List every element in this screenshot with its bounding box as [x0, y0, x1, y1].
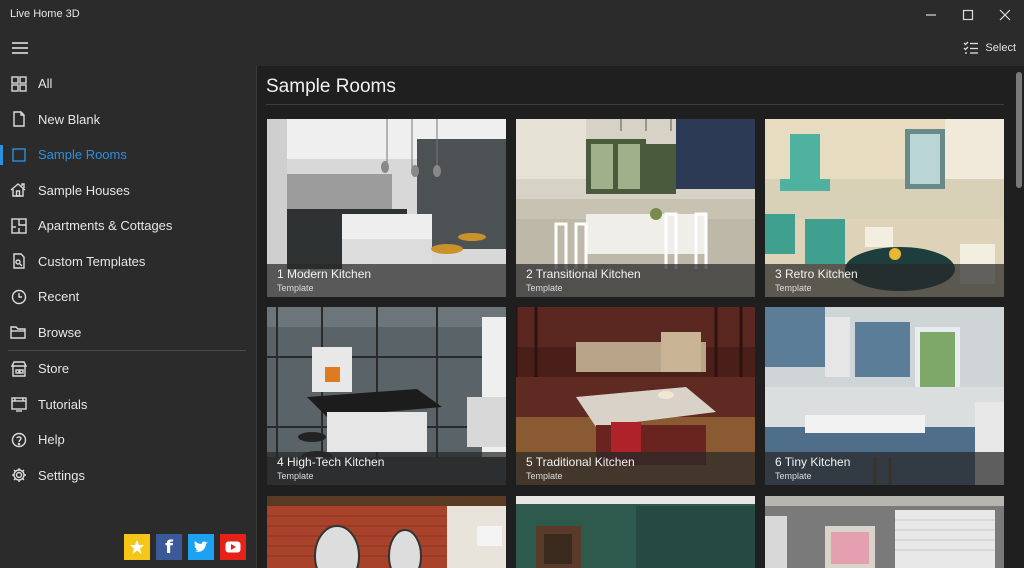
grid-icon: [10, 75, 28, 93]
star-rate-icon[interactable]: [124, 534, 150, 560]
sidebar-item-store[interactable]: Store: [0, 351, 256, 387]
folder-icon: [10, 323, 28, 341]
card-title: 4 High-Tech Kitchen: [277, 455, 385, 469]
sidebar-item-apartments-cottages[interactable]: Apartments & Cottages: [0, 208, 256, 244]
template-card-high-tech-kitchen[interactable]: 4 High-Tech Kitchen Template: [267, 307, 506, 485]
card-subtitle: Template: [526, 283, 563, 293]
youtube-icon[interactable]: [220, 534, 246, 560]
card-caption: 2 Transitional Kitchen Template: [516, 264, 755, 297]
template-card-row3-2[interactable]: [516, 496, 755, 568]
select-label: Select: [985, 42, 1016, 54]
sidebar-item-label: Store: [38, 361, 70, 377]
sidebar-item-label: Settings: [38, 467, 85, 483]
twitter-icon[interactable]: [188, 534, 214, 560]
template-card-transitional-kitchen[interactable]: 2 Transitional Kitchen Template: [516, 119, 755, 297]
template-doc-icon: [10, 252, 28, 270]
sidebar-item-help[interactable]: Help: [0, 422, 256, 458]
hamburger-menu-button[interactable]: [8, 36, 32, 60]
sidebar-item-browse[interactable]: Browse: [0, 315, 256, 351]
template-card-traditional-kitchen[interactable]: 5 Traditional Kitchen Template: [516, 307, 755, 485]
room-thumbnail: [765, 496, 1004, 568]
clock-icon: [10, 288, 28, 306]
card-title: 6 Tiny Kitchen: [775, 455, 851, 469]
template-card-retro-kitchen[interactable]: 3 Retro Kitchen Template: [765, 119, 1004, 297]
card-title: 5 Traditional Kitchen: [526, 455, 635, 469]
sidebar-item-label: Sample Rooms: [38, 147, 127, 163]
sidebar-item-new-blank[interactable]: New Blank: [0, 102, 256, 138]
title-divider: [266, 104, 1004, 105]
card-subtitle: Template: [775, 471, 812, 481]
card-subtitle: Template: [526, 471, 563, 481]
template-card-tiny-kitchen[interactable]: 6 Tiny Kitchen Template: [765, 307, 1004, 485]
card-subtitle: Template: [277, 283, 314, 293]
select-list-icon: [963, 41, 979, 54]
sidebar: All New Blank Sample Rooms Sample Houses…: [0, 66, 257, 568]
house-icon: [10, 181, 28, 199]
card-caption: 6 Tiny Kitchen Template: [765, 452, 1004, 485]
minimize-button[interactable]: [914, 0, 948, 30]
sidebar-item-sample-houses[interactable]: Sample Houses: [0, 173, 256, 209]
sidebar-item-sample-rooms[interactable]: Sample Rooms: [0, 137, 256, 173]
scrollbar-thumb[interactable]: [1016, 72, 1022, 188]
card-caption: 5 Traditional Kitchen Template: [516, 452, 755, 485]
sidebar-item-label: Browse: [38, 324, 82, 340]
app-title: Live Home 3D: [10, 8, 80, 20]
sidebar-item-custom-templates[interactable]: Custom Templates: [0, 244, 256, 280]
room-thumbnail: [267, 496, 506, 568]
store-icon: [10, 360, 28, 378]
select-button[interactable]: Select: [963, 37, 1016, 59]
card-caption: 1 Modern Kitchen Template: [267, 264, 506, 297]
main-content: Sample Rooms 1 Modern Kitchen Template 2…: [258, 66, 1024, 568]
template-card-row3-1[interactable]: [267, 496, 506, 568]
page-title: Sample Rooms: [266, 76, 396, 97]
sidebar-item-recent[interactable]: Recent: [0, 279, 256, 315]
minimize-icon: [926, 14, 936, 16]
help-icon: [10, 431, 28, 449]
close-icon: [999, 9, 1011, 21]
sidebar-item-label: Help: [38, 432, 65, 448]
card-title: 1 Modern Kitchen: [277, 267, 372, 281]
gear-icon: [10, 466, 28, 484]
sidebar-item-label: Custom Templates: [38, 253, 146, 269]
template-card-row3-3[interactable]: [765, 496, 1004, 568]
close-button[interactable]: [988, 0, 1022, 30]
facebook-icon[interactable]: f: [156, 534, 182, 560]
maximize-icon: [962, 9, 974, 21]
vertical-scrollbar[interactable]: [1014, 68, 1024, 566]
card-title: 3 Retro Kitchen: [775, 267, 858, 281]
sidebar-item-label: Recent: [38, 289, 80, 305]
command-bar: Select: [0, 30, 1024, 66]
sidebar-item-label: All: [38, 76, 53, 92]
maximize-button[interactable]: [951, 0, 985, 30]
card-subtitle: Template: [775, 283, 812, 293]
card-caption: 3 Retro Kitchen Template: [765, 264, 1004, 297]
blank-document-icon: [10, 110, 28, 128]
card-caption: 4 High-Tech Kitchen Template: [267, 452, 506, 485]
social-links: f: [124, 534, 246, 560]
template-card-modern-kitchen[interactable]: 1 Modern Kitchen Template: [267, 119, 506, 297]
title-bar: Live Home 3D: [0, 0, 1024, 30]
room-square-icon: [10, 146, 28, 164]
hamburger-icon: [12, 42, 28, 54]
sidebar-item-settings[interactable]: Settings: [0, 458, 256, 494]
sidebar-item-all[interactable]: All: [0, 66, 256, 102]
tutorials-icon: [10, 395, 28, 413]
sidebar-item-label: Tutorials: [38, 396, 88, 412]
card-subtitle: Template: [277, 471, 314, 481]
sidebar-item-tutorials[interactable]: Tutorials: [0, 387, 256, 423]
sidebar-item-label: Apartments & Cottages: [38, 218, 173, 234]
floorplan-icon: [10, 217, 28, 235]
card-title: 2 Transitional Kitchen: [526, 267, 641, 281]
room-thumbnail: [516, 496, 755, 568]
sidebar-item-label: Sample Houses: [38, 182, 130, 198]
sidebar-item-label: New Blank: [38, 111, 101, 127]
